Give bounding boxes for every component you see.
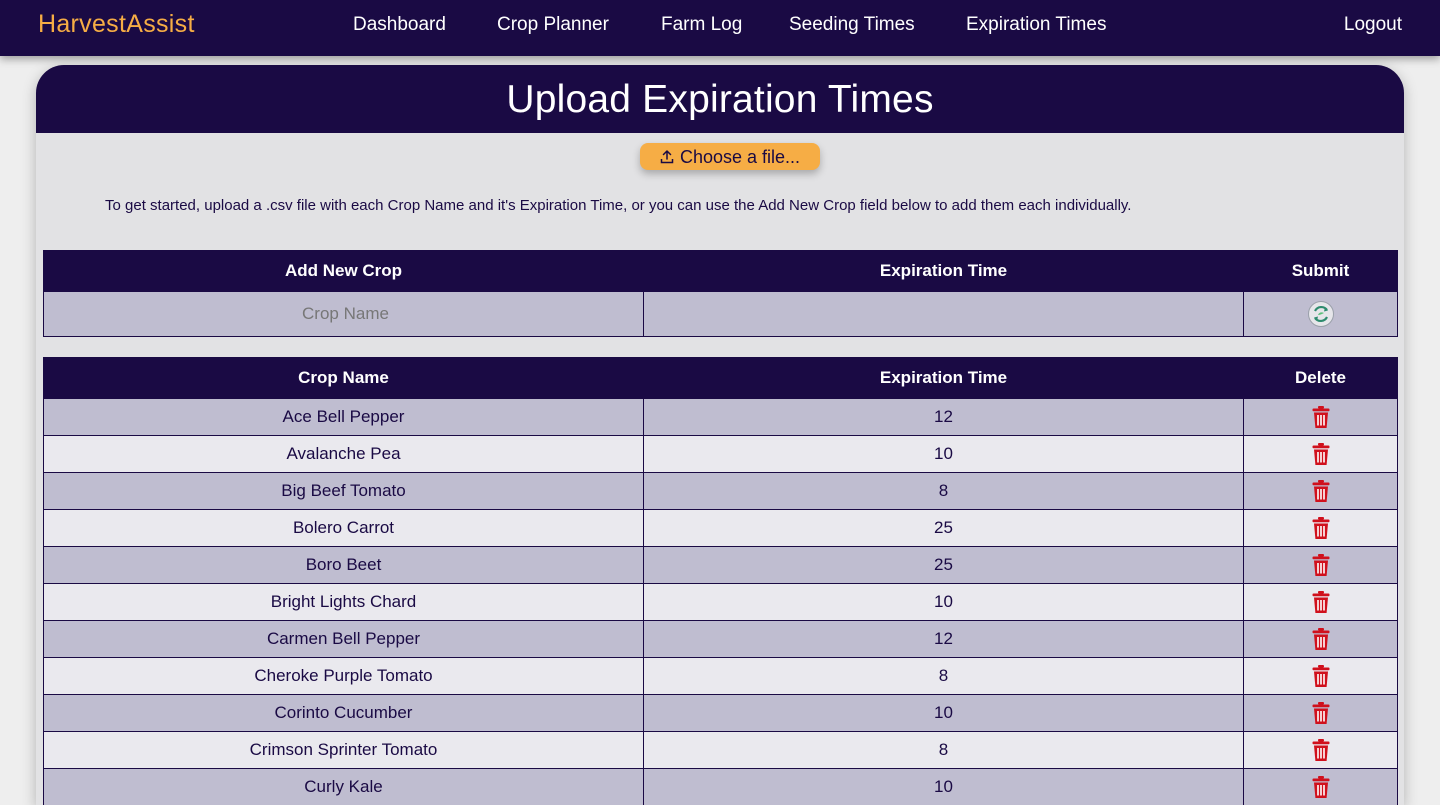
nav-seeding-times[interactable]: Seeding Times <box>789 14 915 36</box>
trash-icon[interactable] <box>1311 701 1331 725</box>
delete-cell <box>1244 732 1398 769</box>
page-title: Upload Expiration Times <box>506 65 933 135</box>
delete-cell <box>1244 658 1398 695</box>
expiration-time-cell: 25 <box>644 510 1244 547</box>
intro-text: To get started, upload a .csv file with … <box>105 197 1131 214</box>
nav-expiration-times[interactable]: Expiration Times <box>966 14 1106 36</box>
crop-name-cell: Crimson Sprinter Tomato <box>44 732 644 769</box>
delete-cell <box>1244 399 1398 436</box>
upload-card: Upload Expiration Times Choose a file...… <box>36 65 1404 805</box>
delete-cell <box>1244 584 1398 621</box>
expiration-time-cell: 10 <box>644 769 1244 805</box>
delete-cell <box>1244 473 1398 510</box>
trash-icon[interactable] <box>1311 516 1331 540</box>
trash-icon[interactable] <box>1311 479 1331 503</box>
logout-link[interactable]: Logout <box>1344 14 1402 36</box>
trash-icon[interactable] <box>1311 627 1331 651</box>
table-row: Curly Kale10 <box>44 769 1398 805</box>
header-submit: Submit <box>1244 251 1398 292</box>
table-row: Ace Bell Pepper12 <box>44 399 1398 436</box>
table-row: Carmen Bell Pepper12 <box>44 621 1398 658</box>
expiration-time-cell: 10 <box>644 584 1244 621</box>
delete-cell <box>1244 547 1398 584</box>
header-expiration-time: Expiration Time <box>644 358 1244 399</box>
crop-name-cell: Bolero Carrot <box>44 510 644 547</box>
table-row: Big Beef Tomato8 <box>44 473 1398 510</box>
table-row: Boro Beet25 <box>44 547 1398 584</box>
nav-dashboard[interactable]: Dashboard <box>353 14 446 36</box>
delete-cell <box>1244 769 1398 805</box>
table-row: Bolero Carrot25 <box>44 510 1398 547</box>
crop-name-cell: Big Beef Tomato <box>44 473 644 510</box>
expiration-time-cell: 12 <box>644 399 1244 436</box>
header-add-new-crop: Add New Crop <box>44 251 644 292</box>
header-expiration-time: Expiration Time <box>644 251 1244 292</box>
expiration-time-cell <box>644 292 1244 337</box>
table-row: Bright Lights Chard10 <box>44 584 1398 621</box>
delete-cell <box>1244 695 1398 732</box>
trash-icon[interactable] <box>1311 738 1331 762</box>
crop-name-cell: Curly Kale <box>44 769 644 805</box>
crop-list-table: Crop Name Expiration Time Delete Ace Bel… <box>43 357 1398 805</box>
expiration-time-cell: 10 <box>644 695 1244 732</box>
card-header: Upload Expiration Times <box>36 65 1404 133</box>
crop-name-cell: Ace Bell Pepper <box>44 399 644 436</box>
brand-logo[interactable]: HarvestAssist <box>38 10 195 39</box>
submit-cell <box>1244 292 1398 337</box>
refresh-icon[interactable] <box>1307 300 1335 328</box>
trash-icon[interactable] <box>1311 553 1331 577</box>
upload-icon <box>660 150 674 164</box>
add-crop-table: Add New Crop Expiration Time Submit <box>43 250 1398 337</box>
table-row: Avalanche Pea10 <box>44 436 1398 473</box>
expiration-time-input[interactable] <box>644 291 1247 337</box>
crop-name-cell: Corinto Cucumber <box>44 695 644 732</box>
crop-name-cell: Carmen Bell Pepper <box>44 621 644 658</box>
nav-farm-log[interactable]: Farm Log <box>661 14 742 36</box>
header-delete: Delete <box>1244 358 1398 399</box>
crop-name-cell: Boro Beet <box>44 547 644 584</box>
trash-icon[interactable] <box>1311 664 1331 688</box>
expiration-time-cell: 25 <box>644 547 1244 584</box>
table-row: Cheroke Purple Tomato8 <box>44 658 1398 695</box>
top-navbar: HarvestAssist Dashboard Crop Planner Far… <box>0 0 1440 56</box>
delete-cell <box>1244 510 1398 547</box>
expiration-time-cell: 8 <box>644 473 1244 510</box>
crop-name-cell: Bright Lights Chard <box>44 584 644 621</box>
choose-file-button[interactable]: Choose a file... <box>640 143 820 170</box>
table-row: Corinto Cucumber10 <box>44 695 1398 732</box>
choose-file-label: Choose a file... <box>680 147 800 167</box>
delete-cell <box>1244 436 1398 473</box>
expiration-time-cell: 8 <box>644 732 1244 769</box>
expiration-time-cell: 8 <box>644 658 1244 695</box>
trash-icon[interactable] <box>1311 590 1331 614</box>
header-crop-name: Crop Name <box>44 358 644 399</box>
expiration-time-cell: 10 <box>644 436 1244 473</box>
expiration-time-cell: 12 <box>644 621 1244 658</box>
crop-name-cell: Cheroke Purple Tomato <box>44 658 644 695</box>
nav-crop-planner[interactable]: Crop Planner <box>497 14 609 36</box>
crop-rows: Ace Bell Pepper12Avalanche Pea10Big Beef… <box>44 399 1398 805</box>
crop-name-cell <box>44 292 644 337</box>
delete-cell <box>1244 621 1398 658</box>
trash-icon[interactable] <box>1311 775 1331 799</box>
crop-name-input[interactable] <box>44 291 647 337</box>
crop-name-cell: Avalanche Pea <box>44 436 644 473</box>
trash-icon[interactable] <box>1311 442 1331 466</box>
table-row: Crimson Sprinter Tomato8 <box>44 732 1398 769</box>
trash-icon[interactable] <box>1311 405 1331 429</box>
